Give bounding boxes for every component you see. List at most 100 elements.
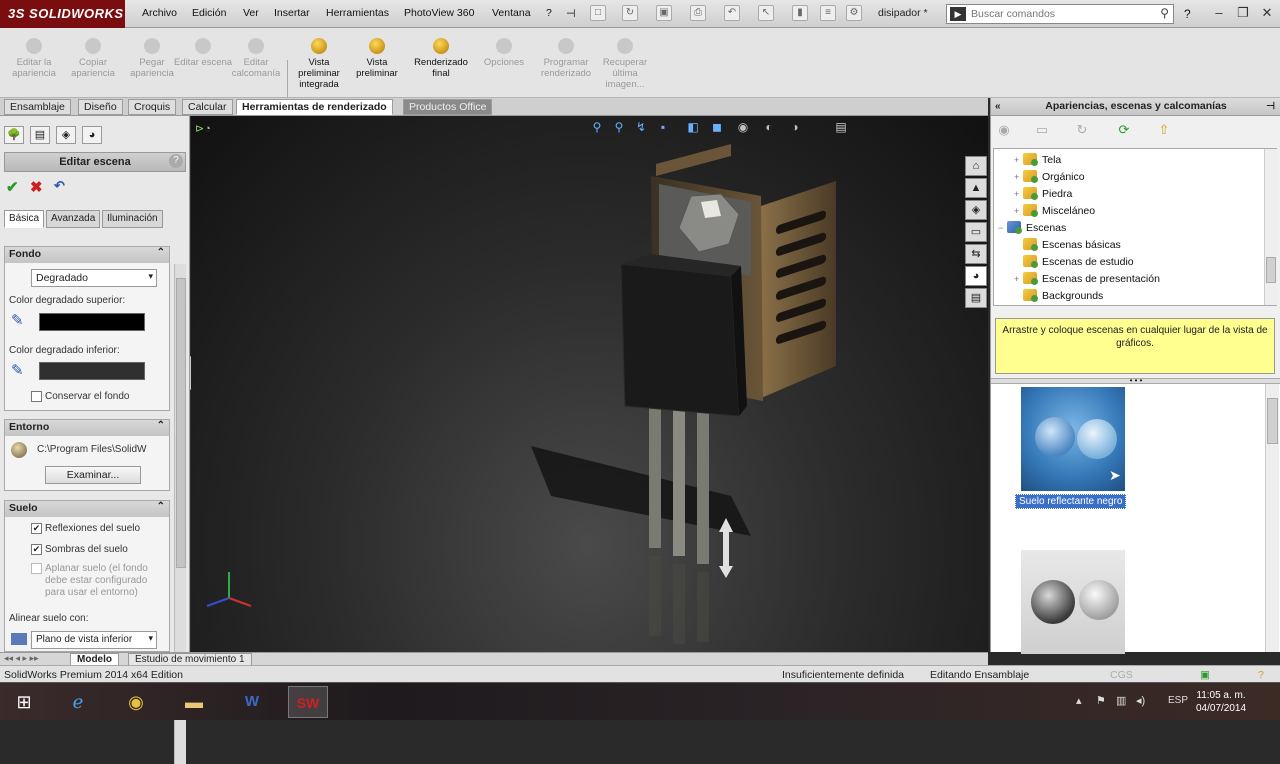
scene-caption-selected[interactable]: Suelo reflectante negro xyxy=(1015,494,1127,509)
word-icon[interactable]: W xyxy=(232,686,272,718)
tree-item-backgrounds[interactable]: Backgrounds xyxy=(1014,289,1103,302)
rebuild-icon[interactable]: ▮ xyxy=(792,5,808,21)
floor-reflections-checkbox[interactable]: ✔ xyxy=(31,523,42,534)
solidworks-resources-icon[interactable]: ⌂ xyxy=(965,156,987,176)
scrollbar-thumb[interactable] xyxy=(1267,398,1278,444)
cancel-x-icon[interactable]: ✖ xyxy=(30,178,43,196)
up-folder-icon[interactable]: ⇧ xyxy=(1155,122,1173,138)
property-manager-tab-icon[interactable]: ▤ xyxy=(30,126,50,144)
expand-icon[interactable]: + xyxy=(1014,206,1023,216)
browse-button[interactable]: Examinar... xyxy=(45,466,141,484)
integrated-preview-button[interactable]: Vista preliminar integrada xyxy=(289,38,349,90)
search-icon[interactable]: ⚲ xyxy=(1160,6,1169,20)
clock[interactable]: 11:05 a. m. 04/07/2014 xyxy=(1196,689,1246,715)
volume-icon[interactable]: ◂) xyxy=(1136,694,1145,707)
tab-office-products[interactable]: Productos Office xyxy=(403,99,493,115)
undo-icon[interactable]: ↶ xyxy=(54,178,65,194)
display-manager-tab-icon[interactable]: ◕ xyxy=(82,126,102,144)
options-icon[interactable]: ⚙ xyxy=(846,5,862,21)
expand-icon[interactable]: + xyxy=(1014,189,1023,199)
file-explorer-icon[interactable]: ◈ xyxy=(965,200,987,220)
tree-item-escenas-presentacion[interactable]: + Escenas de presentación xyxy=(1014,272,1160,285)
file-explorer-icon[interactable]: ▬ xyxy=(174,686,214,718)
save-icon[interactable]: ▣ xyxy=(656,5,672,21)
tree-item-escenas[interactable]: − Escenas xyxy=(998,221,1066,234)
eyedropper-icon[interactable]: ✎ xyxy=(11,361,24,379)
help-icon[interactable]: ? xyxy=(169,154,183,168)
show-hidden-icons-icon[interactable]: ▴ xyxy=(1076,694,1082,707)
final-render-button[interactable]: Renderizado final xyxy=(411,38,471,79)
view-palette-icon[interactable]: ▭ xyxy=(965,222,987,242)
tab-croquis[interactable]: Croquis xyxy=(128,99,177,115)
heatsink-top[interactable] xyxy=(656,144,731,176)
environment-group-header[interactable]: Entorno ⌃ xyxy=(5,420,169,436)
menu-ventana[interactable]: Ventana xyxy=(492,7,531,19)
menu-insertar[interactable]: Insertar xyxy=(274,7,310,19)
help-status-icon[interactable]: ? xyxy=(1258,669,1264,681)
transistor-body[interactable] xyxy=(620,263,740,417)
background-type-select[interactable]: Degradado ▾ xyxy=(31,269,157,287)
chrome-icon[interactable]: ◉ xyxy=(116,686,156,718)
scrollbar-thumb[interactable] xyxy=(1266,257,1276,283)
bottom-color-swatch[interactable] xyxy=(39,362,145,380)
refresh-icon[interactable]: ⟳ xyxy=(1115,122,1133,138)
keep-background-checkbox[interactable] xyxy=(31,391,42,402)
expand-icon[interactable]: + xyxy=(1014,172,1023,182)
tree-item-organico[interactable]: + Orgánico xyxy=(1014,170,1085,183)
configuration-manager-tab-icon[interactable]: ◈ xyxy=(56,126,76,144)
tab-render-tools[interactable]: Herramientas de renderizado xyxy=(236,99,393,115)
rebuild-status-icon[interactable]: ▣ xyxy=(1200,669,1210,681)
scene-thumbnail-reflective-black[interactable]: ➤ xyxy=(1021,387,1125,491)
tree-item-escenas-basicas[interactable]: Escenas básicas xyxy=(1014,238,1121,251)
floor-shadows-checkbox[interactable]: ✔ xyxy=(31,544,42,555)
back-icon[interactable]: ◉ xyxy=(995,122,1013,138)
edit-decal-button[interactable]: Editar calcomanía xyxy=(226,38,286,79)
tree-item-tela[interactable]: + Tela xyxy=(1014,153,1061,166)
menu-help[interactable]: ? xyxy=(546,7,552,19)
menu-photoview[interactable]: PhotoView 360 xyxy=(404,7,474,19)
close-button[interactable]: ✕ xyxy=(1256,2,1278,24)
tab-ensamblaje[interactable]: Ensamblaje xyxy=(4,99,71,115)
tab-iluminacion[interactable]: Iluminación xyxy=(102,210,163,228)
open-icon[interactable]: ↻ xyxy=(622,5,638,21)
schedule-render-button[interactable]: Programar renderizado xyxy=(536,38,596,79)
menu-edicion[interactable]: Edición xyxy=(192,7,226,19)
language-indicator[interactable]: ESP xyxy=(1168,695,1188,706)
background-group-header[interactable]: Fondo ⌃ xyxy=(5,247,169,263)
expand-arrows-icon[interactable]: « xyxy=(995,98,1001,115)
feature-tree-tab-icon[interactable]: 🌳 xyxy=(4,126,24,144)
pin-icon[interactable]: ⊣ xyxy=(566,7,576,20)
collapse-icon[interactable]: ⌃ xyxy=(157,420,165,431)
windows-start-icon[interactable]: ⊞ xyxy=(4,686,44,718)
scene-thumbnail-2[interactable] xyxy=(1021,550,1125,654)
copy-appearance-button[interactable]: Copiar apariencia xyxy=(63,38,123,79)
search-commands-input[interactable]: ▶ Buscar comandos ⚲ xyxy=(946,4,1174,24)
select-icon[interactable]: ↖ xyxy=(758,5,774,21)
units-status[interactable]: CGS xyxy=(1110,669,1133,681)
recall-last-image-button[interactable]: Recuperar última imagen... xyxy=(595,38,655,90)
minimize-button[interactable]: – xyxy=(1208,2,1230,24)
graphics-area[interactable]: ⊳◔ ⚲ ⚲ ↯ ▪ ◧ ◼ ◉ ◐ ◑ ▤ xyxy=(191,116,988,652)
solidworks-taskbar-icon[interactable]: SW xyxy=(288,686,328,718)
custom-properties-icon[interactable]: ▤ xyxy=(965,288,987,308)
undo-icon[interactable]: ↶ xyxy=(724,5,740,21)
help-icon[interactable]: ? xyxy=(1184,7,1191,21)
tree-item-escenas-estudio[interactable]: Escenas de estudio xyxy=(1014,255,1134,268)
ok-check-icon[interactable]: ✔ xyxy=(6,178,19,196)
collapse-icon[interactable]: ⌃ xyxy=(157,247,165,258)
home-icon[interactable]: ↻ xyxy=(1073,122,1091,138)
expand-icon[interactable]: + xyxy=(1014,155,1023,165)
tab-basica[interactable]: Básica xyxy=(4,210,45,228)
forward-icon[interactable]: ▭ xyxy=(1033,122,1051,138)
design-library-icon[interactable]: ▲ xyxy=(965,178,987,198)
solidworks-logo[interactable]: 3S SOLIDWORKS xyxy=(0,0,125,28)
scrollbar-thumb[interactable] xyxy=(176,278,186,568)
edit-appearance-button[interactable]: Editar la apariencia xyxy=(4,38,64,79)
component-pin[interactable] xyxy=(673,396,685,556)
expand-icon[interactable]: + xyxy=(1014,274,1023,284)
menu-herramientas[interactable]: Herramientas xyxy=(326,7,389,19)
restore-button[interactable]: ❐ xyxy=(1232,2,1254,24)
file-properties-icon[interactable]: ≡ xyxy=(820,5,836,21)
action-center-icon[interactable]: ⚑ xyxy=(1096,694,1106,707)
menu-ver[interactable]: Ver xyxy=(243,7,259,19)
